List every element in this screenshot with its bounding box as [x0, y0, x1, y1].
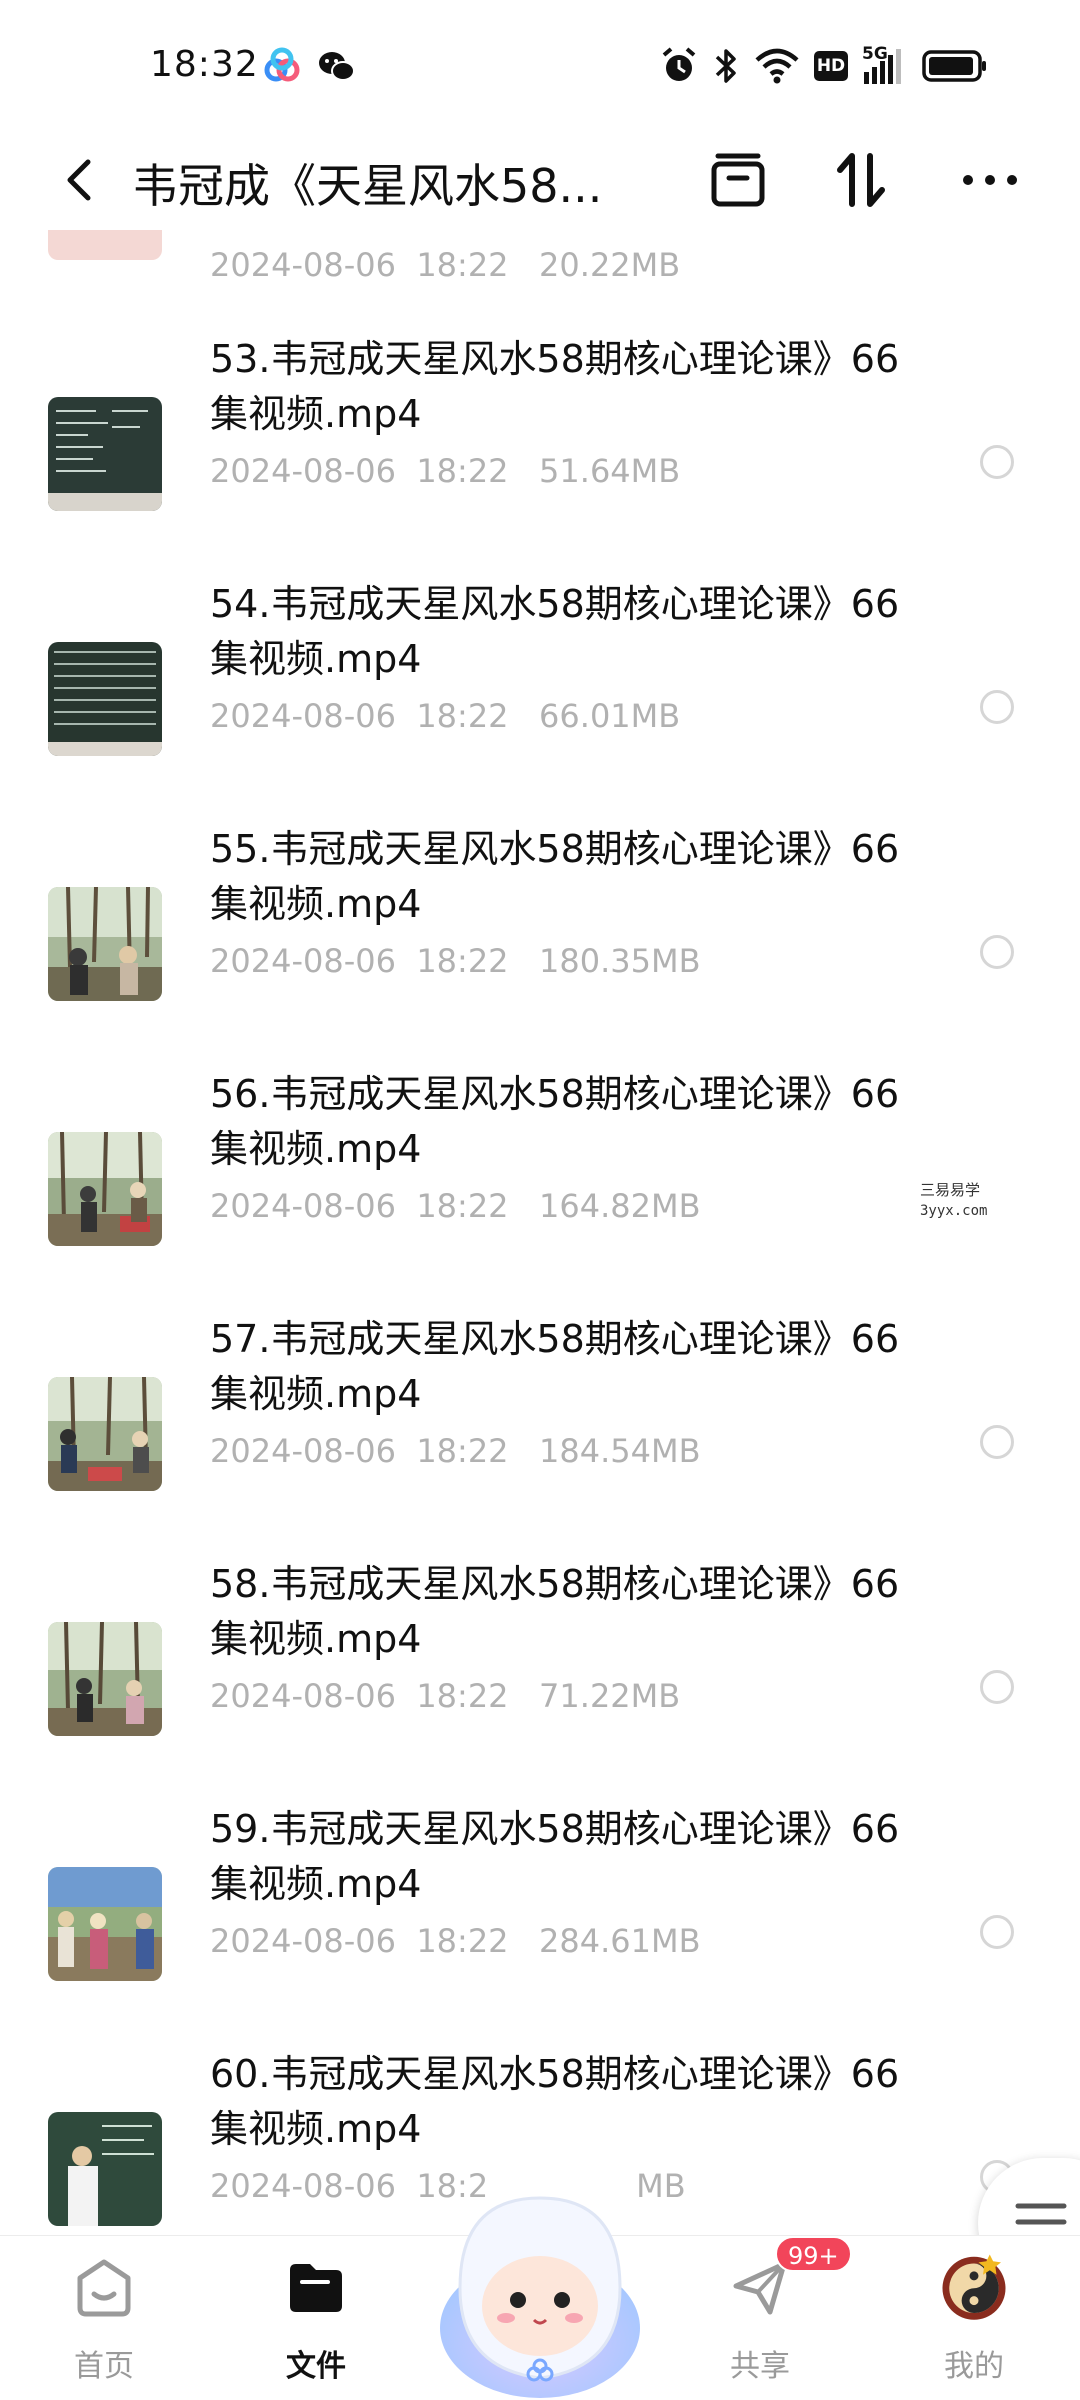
watermark-text: 三易易学 — [920, 1181, 981, 1199]
file-meta: 2024-08-06 18:22 66.01MB — [210, 697, 681, 735]
status-bar: 18:32 HD 5G — [0, 0, 1080, 130]
file-thumbnail — [48, 230, 162, 260]
file-name: 53.韦冠成天星风水58期核心理论课》66集视频.mp4 — [210, 337, 900, 436]
file-name: 56.韦冠成天星风水58期核心理论课》66集视频.mp4 — [210, 1072, 900, 1171]
file-thumbnail — [48, 887, 162, 1001]
tab-share[interactable]: 99+ 共享 — [680, 2236, 852, 2400]
file-thumbnail — [48, 1377, 162, 1491]
wifi-icon — [755, 48, 799, 84]
file-meta: 2024-08-06 18:22 20.22MB — [210, 246, 681, 284]
share-badge: 99+ — [775, 2236, 852, 2272]
select-checkbox[interactable] — [980, 1425, 1014, 1459]
watermark-url: 3yyx.com — [920, 1203, 988, 1219]
status-time: 18:32 — [150, 44, 259, 85]
file-meta: 2024-08-06 18:22 71.22MB — [210, 1677, 681, 1715]
file-name: 58.韦冠成天星风水58期核心理论课》66集视频.mp4 — [210, 1562, 900, 1661]
file-name: 60.韦冠成天星风水58期核心理论课》66集视频.mp4 — [210, 2052, 900, 2151]
file-meta: 2024-08-06 18:22 284.61MB — [210, 1922, 701, 1960]
bluetooth-icon — [715, 49, 736, 83]
tab-home[interactable]: 首页 — [24, 2236, 184, 2400]
select-checkbox[interactable] — [980, 690, 1014, 724]
select-checkbox[interactable] — [980, 935, 1014, 969]
select-checkbox[interactable] — [980, 1670, 1014, 1704]
select-checkbox[interactable] — [980, 1915, 1014, 1949]
battery-icon — [922, 50, 986, 82]
file-row[interactable]: 59.韦冠成天星风水58期核心理论课》66集视频.mp4 2024-08-06 … — [0, 1792, 1080, 2037]
select-checkbox[interactable] — [980, 445, 1014, 479]
signal-5g-icon: 5G — [862, 44, 908, 86]
tab-share-label: 共享 — [730, 2349, 790, 2384]
file-row[interactable]: 57.韦冠成天星风水58期核心理论课》66集视频.mp4 2024-08-06 … — [0, 1302, 1080, 1547]
file-meta: 2024-08-06 18:22 180.35MB — [210, 942, 701, 980]
alarm-icon — [662, 47, 696, 81]
file-thumbnail — [48, 1132, 162, 1246]
hd-icon: HD — [814, 51, 848, 81]
file-name: 54.韦冠成天星风水58期核心理论课》66集视频.mp4 — [210, 582, 900, 681]
baidu-netdisk-icon — [264, 47, 300, 82]
archive-icon[interactable] — [706, 148, 770, 212]
back-icon[interactable] — [50, 148, 114, 212]
file-thumbnail — [48, 2112, 162, 2226]
file-thumbnail — [48, 642, 162, 756]
file-row[interactable]: 58.韦冠成天星风水58期核心理论课》66集视频.mp4 2024-08-06 … — [0, 1547, 1080, 1792]
file-row[interactable]: 54.韦冠成天星风水58期核心理论课》66集视频.mp4 2024-08-06 … — [0, 567, 1080, 812]
sort-icon[interactable] — [830, 148, 894, 212]
file-name: 59.韦冠成天星风水58期核心理论课》66集视频.mp4 — [210, 1807, 900, 1906]
file-thumbnail — [48, 1622, 162, 1736]
file-name: 57.韦冠成天星风水58期核心理论课》66集视频.mp4 — [210, 1317, 900, 1416]
file-row[interactable]: 53.韦冠成天星风水58期核心理论课》66集视频.mp4 2024-08-06 … — [0, 322, 1080, 567]
tab-files-label: 文件 — [286, 2349, 346, 2384]
home-icon — [77, 2259, 131, 2317]
status-indicators: HD 5G — [660, 44, 988, 86]
file-name: 55.韦冠成天星风水58期核心理论课》66集视频.mp4 — [210, 827, 900, 926]
file-meta: 2024-08-06 18:22 184.54MB — [210, 1432, 701, 1470]
header: 韦冠成《天星风水58... — [0, 130, 1080, 230]
file-thumbnail — [48, 397, 162, 511]
mascot-button[interactable] — [430, 2178, 650, 2400]
file-meta: 2024-08-06 18:22 51.64MB — [210, 452, 681, 490]
watermark: 三易易学 3yyx.com — [820, 1175, 1080, 1237]
tab-me-label: 我的 — [944, 2349, 1004, 2384]
status-app-icons — [262, 46, 356, 86]
file-row[interactable]: 55.韦冠成天星风水58期核心理论课》66集视频.mp4 2024-08-06 … — [0, 812, 1080, 1057]
tab-home-label: 首页 — [74, 2349, 134, 2384]
wechat-icon — [319, 52, 355, 81]
avatar-icon — [942, 2254, 1006, 2320]
more-icon[interactable] — [958, 148, 1022, 212]
tab-me[interactable]: 我的 — [894, 2236, 1054, 2400]
folder-icon — [290, 2264, 342, 2312]
file-thumbnail — [48, 1867, 162, 1981]
page-title: 韦冠成《天星风水58... — [132, 159, 603, 213]
file-meta: 2024-08-06 18:22 164.82MB — [210, 1187, 701, 1225]
tab-files[interactable]: 文件 — [236, 2236, 396, 2400]
